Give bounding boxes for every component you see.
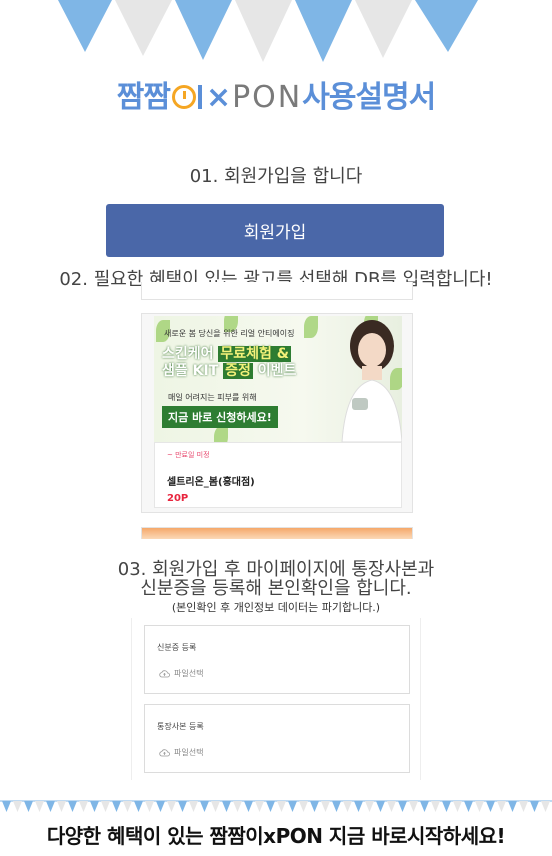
bunting-flag	[233, 801, 242, 812]
footer-cta-text: 다양한 혜택이 있는 짬짬이xPON 지금 바로시작하세요!	[46, 824, 506, 848]
ad-deadline: ~ 만료일 미정	[167, 451, 210, 459]
logo-bar	[197, 85, 202, 109]
bunting-flag	[255, 801, 264, 812]
bunting-flag	[266, 801, 275, 812]
bunting-flag	[453, 801, 462, 812]
bankbook-file-select-button[interactable]: 파일선택	[159, 747, 203, 758]
bunting-flag	[90, 801, 99, 812]
bunting-flag	[497, 801, 506, 812]
clock-icon	[171, 85, 196, 109]
cloud-upload-icon	[159, 749, 170, 757]
bunting-flag	[112, 801, 121, 812]
bunting-flag	[376, 801, 385, 812]
id-card-upload-label: 신분증 등록	[157, 643, 197, 652]
id-card-file-select-label: 파일선택	[174, 669, 204, 678]
bunting-flag	[145, 801, 154, 812]
logo-manual-title: 사용설명서	[302, 80, 436, 115]
app-logo-title: 짬짬 ×PON사용설명서	[0, 72, 552, 116]
bunting-flag	[541, 801, 550, 812]
bunting-flag	[475, 801, 484, 812]
bunting-flag	[156, 801, 165, 812]
bunting-flag	[398, 801, 407, 812]
bunting-flag	[486, 801, 495, 812]
bunting-top-decoration	[58, 0, 478, 62]
bankbook-upload-box: 통장사본 등록 파일선택	[144, 704, 410, 773]
bunting-flag	[409, 801, 418, 812]
upload-panel: 신분증 등록 파일선택 통장사본 등록 파일선택	[131, 618, 421, 780]
bunting-flag	[310, 801, 319, 812]
bunting-flag	[79, 801, 88, 812]
ad-headline-part: 샘플 KIT	[162, 363, 224, 379]
leaf-decoration	[214, 426, 228, 442]
ad-store-name: 셀트리온_봄(홍대점)	[167, 477, 255, 488]
bunting-flag	[420, 801, 429, 812]
bunting-flag	[222, 801, 231, 812]
bunting-flag	[464, 801, 473, 812]
step-1-text: 01. 회원가입을 합니다	[189, 166, 363, 187]
bunting-flag	[508, 801, 517, 812]
ad-headline: 스킨케어 무료체험 & 샘플 KIT 증정 이벤트	[162, 346, 296, 380]
bunting-flag	[189, 801, 198, 812]
leaf-decoration	[304, 316, 318, 338]
ad-headline-highlight: 무료체험 &	[218, 346, 292, 362]
step-3-line-2: 신분증을 등록해 본인확인을 합니다.	[140, 578, 412, 599]
ad-info-panel: ~ 만료일 미정 셀트리온_봄(홍대점) 20P	[154, 442, 402, 508]
bunting-flag	[68, 801, 77, 812]
bunting-flag	[365, 801, 374, 812]
ad-points: 20P	[167, 493, 189, 504]
ad-headline-part: 이벤트	[252, 363, 297, 379]
bunting-flag	[321, 801, 330, 812]
bunting-flag	[211, 801, 220, 812]
bunting-bottom-decoration	[0, 800, 552, 812]
logo-x: ×	[205, 80, 231, 115]
model-photo	[341, 320, 402, 442]
bunting-flag	[13, 801, 22, 812]
id-card-file-select-button[interactable]: 파일선택	[159, 668, 203, 679]
next-ad-card	[141, 527, 413, 539]
bunting-flag	[35, 801, 44, 812]
previous-ad-card	[141, 282, 413, 300]
bunting-flag	[134, 801, 143, 812]
logo-pon: PON	[232, 80, 303, 115]
bunting-flag	[288, 801, 297, 812]
bunting-flag	[387, 801, 396, 812]
step-3-text: 03. 회원가입 후 마이페이지에 통장사본과 신분증을 등록해 본인확인을 합…	[0, 560, 552, 598]
ad-cta-banner: 지금 바로 신청하세요!	[162, 406, 278, 428]
bunting-flag	[332, 801, 341, 812]
bunting-flag	[530, 801, 539, 812]
bunting-flag	[343, 801, 352, 812]
bunting-flag	[167, 801, 176, 812]
ad-card[interactable]: 새로운 봄 당신을 위한 리얼 안티에이징 스킨케어 무료체험 & 샘플 KIT…	[141, 313, 413, 513]
bunting-flag	[519, 801, 528, 812]
ad-headline-part: 스킨케어	[162, 346, 219, 362]
bunting-flag	[299, 801, 308, 812]
bunting-flag	[24, 801, 33, 812]
id-card-upload-box: 신분증 등록 파일선택	[144, 625, 410, 694]
ad-subtitle: 새로운 봄 당신을 위한 리얼 안티에이징	[164, 329, 295, 338]
bankbook-file-select-label: 파일선택	[174, 748, 204, 757]
signup-button[interactable]: 회원가입	[106, 204, 444, 257]
bunting-flag	[57, 801, 66, 812]
bunting-flag	[178, 801, 187, 812]
cloud-upload-icon	[159, 670, 170, 678]
bunting-flag	[277, 801, 286, 812]
bunting-flag	[101, 801, 110, 812]
ad-small-text: 매일 어려지는 피부를 위해	[168, 393, 257, 402]
bunting-flag	[2, 801, 11, 812]
bunting-flag	[442, 801, 451, 812]
logo-jjamjjam: 짬짬	[116, 80, 171, 115]
bunting-flag	[354, 801, 363, 812]
bunting-flag	[46, 801, 55, 812]
step-3-line-1: 03. 회원가입 후 마이페이지에 통장사본과	[117, 559, 435, 580]
bunting-flag	[123, 801, 132, 812]
ad-headline-highlight: 증정	[223, 363, 253, 379]
step-3-note: (본인확인 후 개인정보 데이터는 파기합니다.)	[171, 601, 381, 614]
bankbook-upload-label: 통장사본 등록	[157, 722, 204, 731]
bunting-flag	[200, 801, 209, 812]
ad-banner-image: 새로운 봄 당신을 위한 리얼 안티에이징 스킨케어 무료체험 & 샘플 KIT…	[154, 316, 402, 442]
bunting-flag	[244, 801, 253, 812]
bunting-flag	[431, 801, 440, 812]
